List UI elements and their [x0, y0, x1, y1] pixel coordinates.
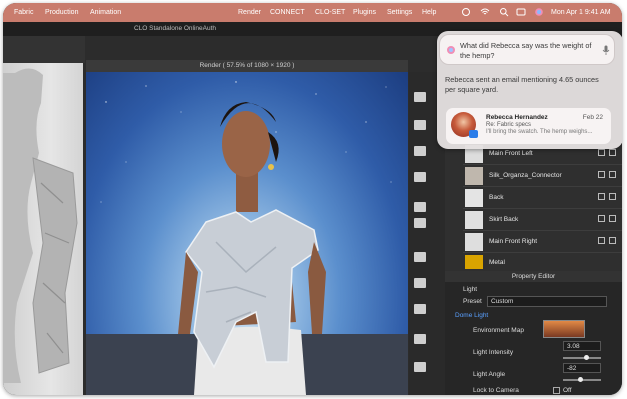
- avatar-tool-icon[interactable]: [414, 252, 426, 262]
- siri-question-bubble[interactable]: What did Rebecca say was the weight of t…: [439, 34, 615, 65]
- property-editor-title: Property Editor: [445, 271, 622, 282]
- preset-select[interactable]: Custom: [487, 296, 607, 307]
- object-browser: Main Front Left Silk_Organza_Connector B…: [445, 143, 622, 271]
- env-map-thumbnail[interactable]: [543, 320, 585, 338]
- list-item[interactable]: Main Front Right: [463, 231, 622, 253]
- intensity-value: 3.08: [567, 343, 580, 350]
- pattern-view[interactable]: [3, 63, 83, 395]
- fold-tool-icon[interactable]: [414, 362, 426, 372]
- angle-input[interactable]: -82: [563, 363, 601, 373]
- list-item-label: Silk_Organza_Connector: [489, 172, 562, 179]
- menu-clock: Mon Apr 1 9:41 AM: [551, 9, 611, 16]
- left-toolbar: [3, 36, 85, 63]
- env-map-label: Environment Map: [473, 327, 524, 334]
- pin-tool-icon[interactable]: [414, 304, 426, 314]
- control-center-icon[interactable]: [516, 7, 526, 17]
- camera-tool-icon[interactable]: [414, 120, 426, 130]
- light-tool-icon[interactable]: [414, 92, 426, 102]
- intensity-label: Light Intensity: [473, 349, 514, 356]
- copy-icon[interactable]: [609, 149, 616, 156]
- menu-help[interactable]: Help: [422, 9, 436, 16]
- mail-app-icon: [469, 130, 478, 138]
- copy-icon[interactable]: [609, 171, 616, 178]
- menu-plugins[interactable]: Plugins: [353, 9, 376, 16]
- fabric-swatch: [465, 255, 483, 269]
- search-icon[interactable]: [499, 7, 509, 17]
- siri-answer-text: Rebecca sent an email mentioning 4.65 ou…: [445, 75, 599, 94]
- window-title: CLO Standalone OnlineAuth: [134, 25, 217, 32]
- preset-value: Custom: [491, 298, 514, 305]
- visibility-icon[interactable]: [598, 237, 605, 244]
- render-viewport[interactable]: [86, 72, 408, 395]
- intensity-slider[interactable]: [563, 357, 601, 359]
- scene-tool-icon[interactable]: [414, 172, 426, 182]
- fabric-swatch: [465, 211, 483, 229]
- hanger-tool-icon[interactable]: [414, 278, 426, 288]
- measure-tool-icon[interactable]: [414, 334, 426, 344]
- render-tool-icon[interactable]: [414, 202, 426, 212]
- record-icon[interactable]: [461, 7, 471, 17]
- section-label: Light: [463, 286, 478, 293]
- lock-camera-value: Off: [563, 387, 572, 394]
- menu-bar: Fabric Production Animation Render CONNE…: [3, 3, 622, 22]
- intensity-slider-knob[interactable]: [584, 355, 590, 360]
- copy-icon[interactable]: [609, 237, 616, 244]
- menu-render[interactable]: Render: [238, 9, 261, 16]
- list-item-label: Back: [489, 194, 504, 201]
- preset-label: Preset: [463, 298, 482, 305]
- menu-clo-set[interactable]: CLO-SET: [315, 9, 345, 16]
- list-item[interactable]: Skirt Back: [463, 209, 622, 231]
- list-item[interactable]: Metal: [463, 253, 622, 271]
- mail-preview: I'll bring the swatch. The hemp weighs..…: [486, 129, 593, 135]
- list-item[interactable]: Silk_Organza_Connector: [463, 165, 622, 187]
- fabric-swatch: [465, 167, 483, 185]
- lock-camera-checkbox[interactable]: [553, 387, 560, 394]
- list-item-label: Metal: [489, 259, 505, 266]
- lock-camera-label: Lock to Camera: [473, 387, 519, 394]
- copy-icon[interactable]: [609, 215, 616, 222]
- list-item-label: Main Front Right: [489, 238, 538, 245]
- fabric-swatch: [465, 233, 483, 251]
- mail-date: Feb 22: [582, 114, 603, 121]
- list-item-label: Skirt Back: [489, 216, 519, 223]
- visibility-icon[interactable]: [598, 215, 605, 222]
- list-item[interactable]: Back: [463, 187, 622, 209]
- mail-card[interactable]: Rebecca Hernandez Feb 22 Re: Fabric spec…: [446, 108, 611, 144]
- siri-icon: [447, 46, 455, 54]
- menu-fabric[interactable]: Fabric: [14, 9, 33, 16]
- visibility-icon[interactable]: [598, 193, 605, 200]
- microphone-icon[interactable]: [602, 45, 610, 55]
- siri-question-text: What did Rebecca say was the weight of t…: [460, 41, 592, 60]
- snapshot-tool-icon[interactable]: [414, 146, 426, 156]
- intensity-input[interactable]: 3.08: [563, 341, 601, 351]
- menu-connect[interactable]: CONNECT: [270, 9, 305, 16]
- menu-animation[interactable]: Animation: [90, 9, 121, 16]
- mail-subject: Re: Fabric specs: [486, 122, 532, 128]
- copy-icon[interactable]: [609, 193, 616, 200]
- render-window-header: Render ( 57.5% of 1080 × 1920 ): [86, 60, 408, 72]
- visibility-icon[interactable]: [598, 171, 605, 178]
- property-editor: Property Editor Light Preset Custom Dome…: [445, 271, 622, 395]
- angle-value: -82: [567, 365, 577, 372]
- list-item-label: Main Front Left: [489, 150, 533, 157]
- mail-sender: Rebecca Hernandez: [486, 114, 548, 121]
- visibility-icon[interactable]: [598, 149, 605, 156]
- wifi-icon[interactable]: [480, 7, 490, 17]
- menu-settings[interactable]: Settings: [387, 9, 412, 16]
- menu-production[interactable]: Production: [45, 9, 78, 16]
- texture-tool-icon[interactable]: [414, 218, 426, 228]
- angle-slider-knob[interactable]: [577, 377, 583, 382]
- dome-light-node[interactable]: Dome Light: [455, 312, 488, 319]
- garment-preview-image: [3, 68, 78, 383]
- app-window: Fabric Production Animation Render CONNE…: [3, 3, 622, 395]
- angle-label: Light Angle: [473, 371, 506, 378]
- siri-icon[interactable]: [534, 7, 544, 17]
- fabric-swatch: [465, 189, 483, 207]
